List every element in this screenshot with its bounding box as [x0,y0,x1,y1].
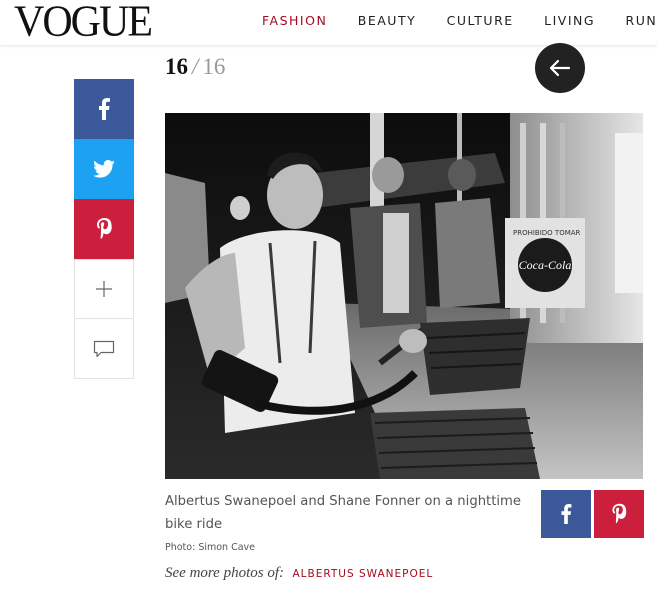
caption-share-facebook-button[interactable] [541,490,591,538]
photo-credit: Photo: Simon Cave [165,542,256,553]
site-header: VOGUE FASHION BEAUTY CULTURE LIVING RUNW… [0,0,657,46]
plus-icon [96,281,112,297]
photo-scene: PROHIBIDO TOMAR Coca-Cola [165,113,643,479]
nav-runway[interactable]: RUNWAY [626,13,657,28]
counter-separator: / [192,54,199,79]
total-slides: 16 [202,54,226,79]
nav-fashion[interactable]: FASHION [262,13,327,28]
pinterest-icon [612,503,627,524]
nav-living[interactable]: LIVING [544,13,595,28]
see-more-photos: See more photos of: ALBERTUS SWANEPOEL [165,564,433,582]
sign-logo: Coca-Cola [519,258,572,272]
comment-button[interactable] [74,319,134,379]
arrow-left-icon [549,59,571,77]
facebook-icon [561,504,572,524]
slide-counter: 16/16 [165,54,225,80]
see-more-link[interactable]: ALBERTUS SWANEPOEL [292,568,433,580]
facebook-icon [99,98,110,120]
vogue-logo[interactable]: VOGUE [14,0,153,44]
main-nav: FASHION BEAUTY CULTURE LIVING RUNWAY [262,12,657,30]
nav-beauty[interactable]: BEAUTY [358,13,416,28]
share-facebook-button[interactable] [74,79,134,139]
pinterest-icon [97,218,112,240]
previous-slide-button[interactable] [535,43,585,93]
twitter-icon [93,160,115,178]
share-twitter-button[interactable] [74,139,134,199]
share-pinterest-button[interactable] [74,199,134,259]
share-sidebar [74,79,134,379]
gallery-photo[interactable]: PROHIBIDO TOMAR Coca-Cola [165,113,643,479]
see-more-label: See more photos of: [165,565,285,581]
photo-caption: Albertus Swanepoel and Shane Fonner on a… [165,494,522,532]
nav-culture[interactable]: CULTURE [447,13,514,28]
sign-text: PROHIBIDO TOMAR [513,229,581,237]
caption-share-pinterest-button[interactable] [594,490,644,538]
comment-icon [93,340,115,357]
more-share-options-button[interactable] [74,259,134,319]
current-slide: 16 [165,54,188,79]
